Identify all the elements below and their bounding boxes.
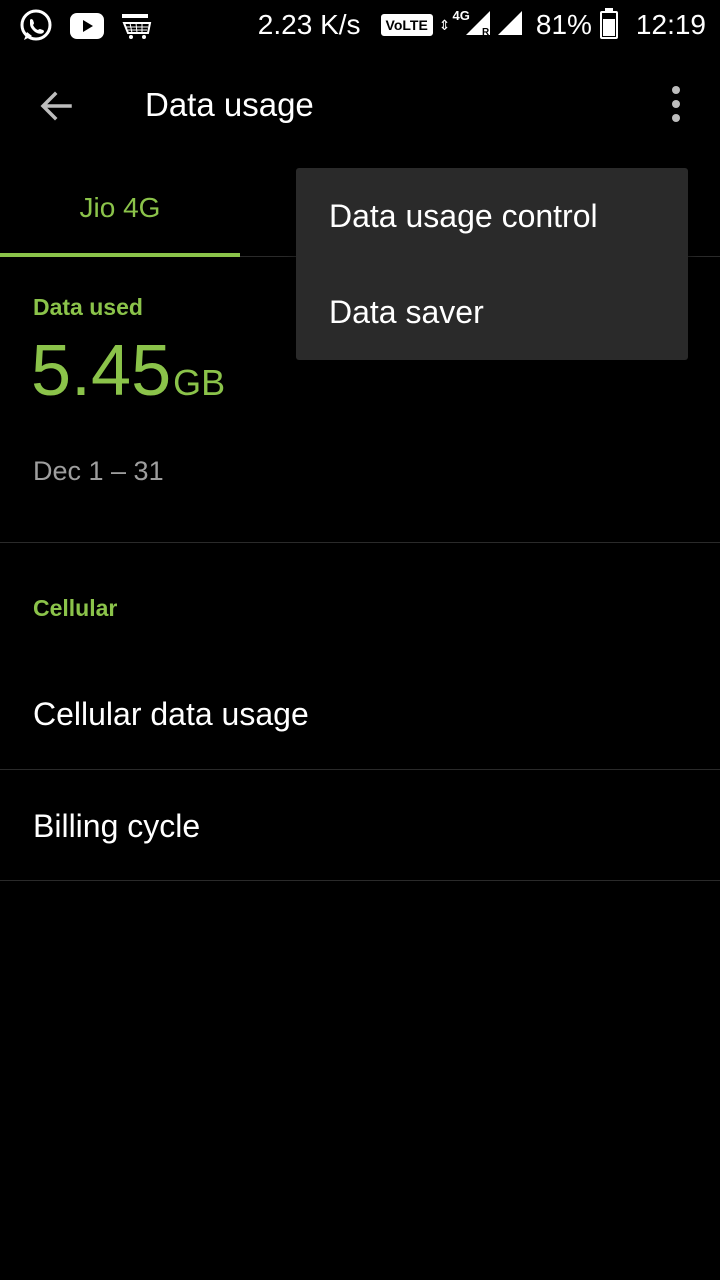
svg-text:R: R — [482, 27, 490, 37]
notification-icons — [18, 8, 154, 49]
signal-icon — [496, 9, 528, 42]
data-used-unit: GB — [173, 362, 226, 403]
amazon-icon — [120, 11, 154, 46]
data-activity-icon: ⇕ — [438, 17, 451, 33]
clock: 12:19 — [635, 9, 706, 40]
menu-item-label: Data usage control — [329, 198, 598, 234]
menu-item-label: Data saver — [329, 294, 484, 330]
whatsapp-icon — [18, 8, 54, 49]
menu-item-data-saver[interactable]: Data saver — [296, 264, 688, 360]
arrow-back-icon — [40, 91, 72, 121]
data-used-label: Data used — [33, 294, 143, 320]
net-speed: 2.23 K/s — [257, 9, 361, 40]
divider — [0, 880, 720, 881]
battery-percent: 81% — [535, 9, 592, 40]
youtube-icon — [70, 13, 104, 44]
billing-cycle-label: Billing cycle — [33, 808, 201, 844]
data-used-amount: 5.45GB — [31, 330, 225, 412]
more-vert-icon — [672, 86, 680, 94]
battery-fill — [602, 18, 615, 36]
billing-cycle-item[interactable]: Billing cycle — [0, 770, 720, 880]
more-options-button[interactable] — [656, 82, 696, 126]
date-range: Dec 1 – 31 — [33, 456, 164, 486]
divider — [0, 542, 720, 543]
menu-item-data-usage-control[interactable]: Data usage control — [296, 168, 688, 264]
app-bar: Data usage — [0, 50, 720, 160]
tab-indicator — [0, 253, 240, 257]
back-button[interactable] — [30, 80, 82, 132]
system-status: 2.23 K/s VoLTE ⇕ 4G R 81% 12:19 — [258, 6, 706, 44]
tab-jio-4g[interactable]: Jio 4G — [0, 160, 240, 256]
page-title: Data usage — [145, 86, 314, 123]
cellular-data-usage-item[interactable]: Cellular data usage — [0, 660, 720, 770]
cellular-header: Cellular — [33, 595, 118, 621]
cellular-data-usage-label: Cellular data usage — [33, 696, 309, 732]
status-bar: 2.23 K/s VoLTE ⇕ 4G R 81% 12:19 — [0, 0, 720, 50]
overflow-menu: Data usage control Data saver — [296, 168, 688, 360]
volte-badge: VoLTE — [380, 14, 433, 36]
battery-icon — [599, 8, 618, 39]
screen: 2.23 K/s VoLTE ⇕ 4G R 81% 12:19 Data usa… — [0, 0, 720, 1280]
data-used-value: 5.45 — [31, 331, 172, 411]
network-type: 4G — [452, 7, 470, 23]
